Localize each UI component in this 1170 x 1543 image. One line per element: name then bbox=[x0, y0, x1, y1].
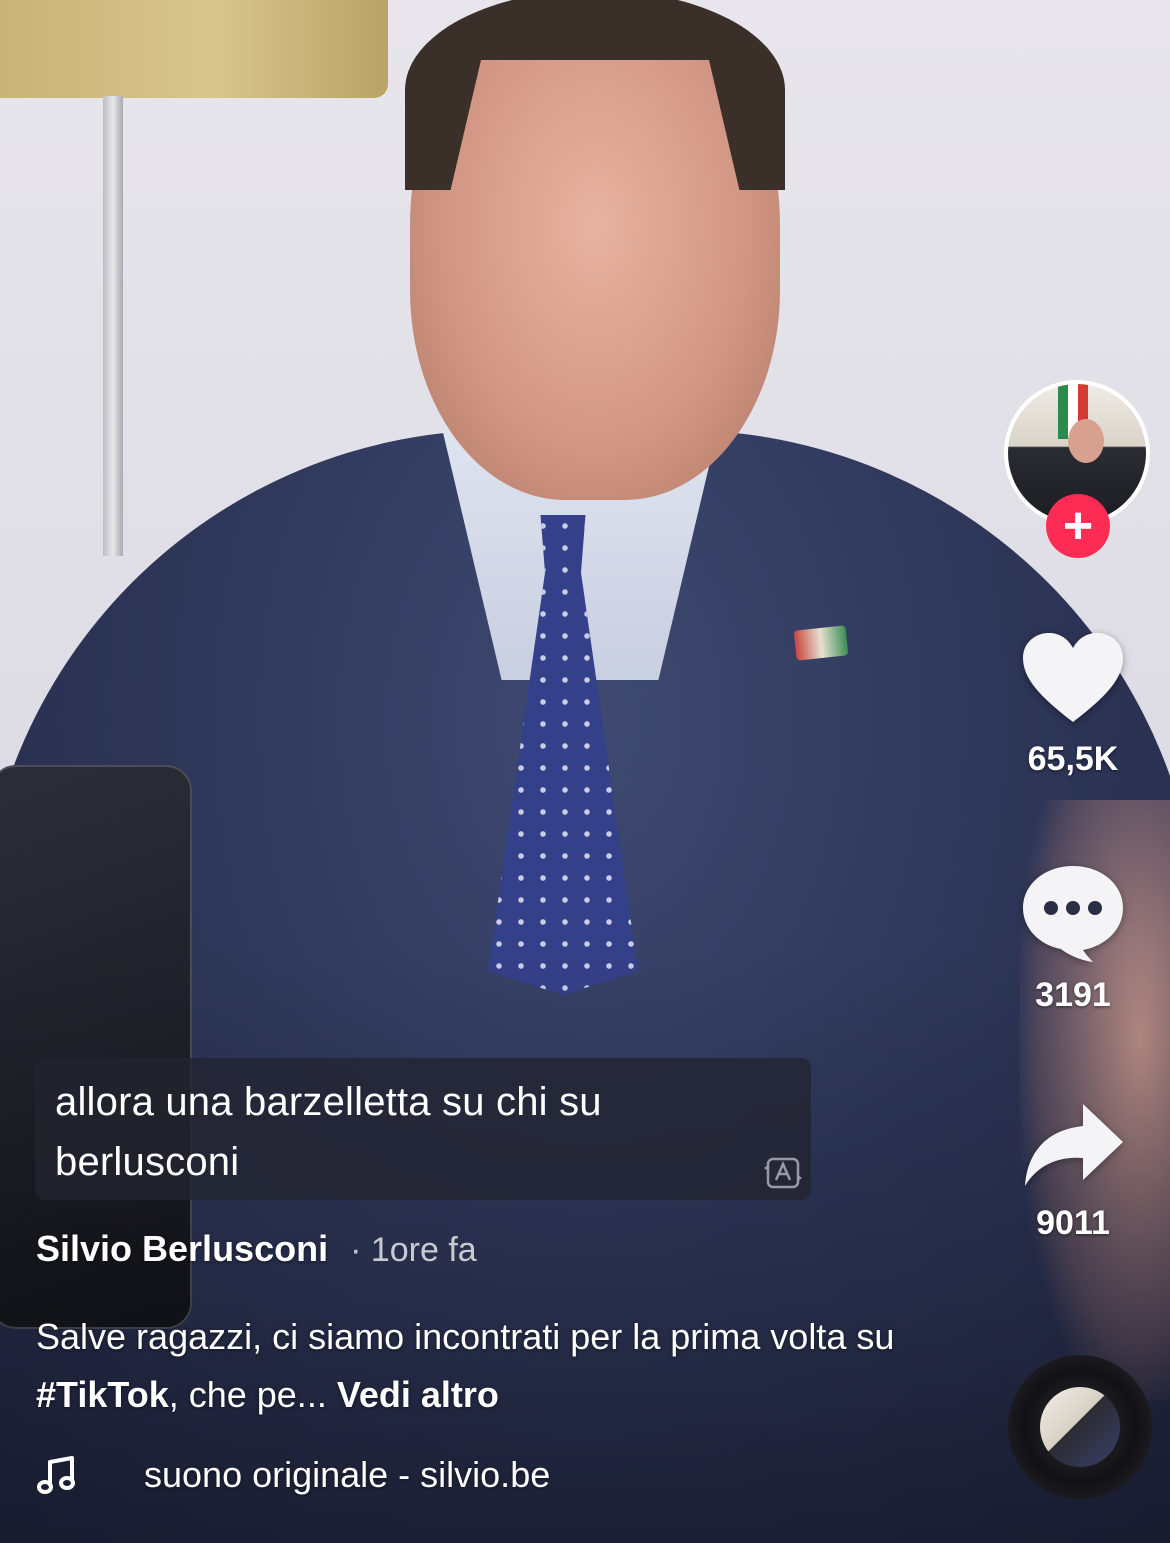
like-count: 65,5K bbox=[1027, 740, 1119, 778]
hashtag-link[interactable]: #TikTok bbox=[36, 1374, 169, 1415]
author-row: Silvio Berlusconi · 1ore fa bbox=[36, 1228, 477, 1270]
creator-name[interactable]: Silvio Berlusconi bbox=[36, 1228, 328, 1270]
subtitle-box: allora una barzelletta su chi su berlusc… bbox=[35, 1058, 811, 1200]
translate-icon[interactable] bbox=[763, 1156, 803, 1190]
heart-icon bbox=[1023, 633, 1123, 722]
follow-button[interactable]: + bbox=[1046, 494, 1110, 558]
sound-disc[interactable] bbox=[1008, 1355, 1152, 1499]
subtitle-text: allora una barzelletta su chi su berlusc… bbox=[55, 1080, 602, 1184]
comment-button[interactable]: 3191 bbox=[1012, 862, 1134, 1015]
lamp-pole bbox=[103, 96, 123, 556]
comment-count: 3191 bbox=[1035, 976, 1111, 1014]
share-button[interactable]: 9011 bbox=[1012, 1100, 1134, 1243]
share-arrow-icon bbox=[1025, 1104, 1123, 1186]
sound-label: suono originale - silvio.be bbox=[144, 1454, 551, 1495]
post-time: · 1ore fa bbox=[350, 1231, 477, 1269]
see-more-link[interactable]: Vedi altro bbox=[337, 1374, 499, 1415]
description-text-tail: , che pe... bbox=[168, 1374, 337, 1415]
sound-row[interactable]: suono originale - silvio.be bbox=[36, 1450, 634, 1500]
avatar-face bbox=[1068, 419, 1104, 463]
like-button[interactable]: 65,5K bbox=[1012, 630, 1134, 779]
lapel-pin bbox=[793, 625, 849, 661]
sound-disc-cover bbox=[1040, 1387, 1120, 1467]
description-text: Salve ragazzi, ci siamo incontrati per l… bbox=[36, 1316, 895, 1357]
music-note-icon bbox=[37, 1456, 75, 1494]
video-description: Salve ragazzi, ci siamo incontrati per l… bbox=[36, 1308, 936, 1424]
share-count: 9011 bbox=[1036, 1204, 1110, 1242]
comment-bubble-icon bbox=[1023, 866, 1123, 962]
lamp-shade bbox=[0, 0, 388, 98]
